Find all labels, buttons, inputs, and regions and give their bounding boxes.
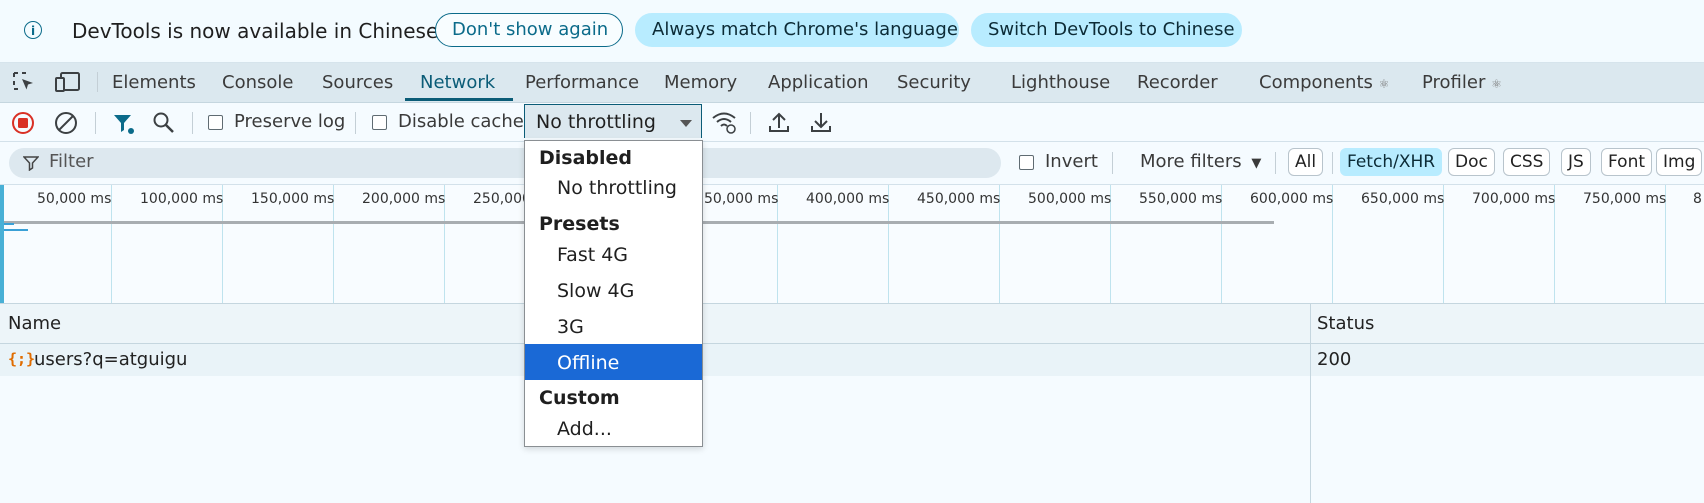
tab-components-label: Components [1259,72,1373,93]
tab-network[interactable]: Network [420,72,495,93]
time-tick: 100,000 ms [140,191,224,207]
import-har-icon[interactable] [767,110,791,134]
toolbar-divider [192,112,193,134]
tab-lighthouse[interactable]: Lighthouse [1011,72,1110,93]
tab-memory[interactable]: Memory [664,72,737,93]
menu-group-custom: Custom [539,387,620,409]
time-tick: 450,000 ms [917,191,1001,207]
react-icon: ⚛ [1491,77,1502,91]
toolbar-divider [1332,152,1333,174]
tab-console[interactable]: Console [222,72,293,93]
request-status: 200 [1317,349,1352,370]
tab-profiler[interactable]: Profiler ⚛ [1422,72,1502,93]
search-icon[interactable] [152,111,176,135]
info-icon: i [24,21,42,39]
filter-chip-fetch-xhr[interactable]: Fetch/XHR [1340,148,1443,176]
tab-application[interactable]: Application [768,72,869,93]
request-name[interactable]: users?q=atguigu [34,349,187,370]
infobar-message: DevTools is now available in Chinese [72,19,439,43]
menu-group-presets: Presets [539,213,620,235]
time-tick: 50,000 ms [37,191,112,207]
time-tick: 600,000 ms [1250,191,1334,207]
active-tab-indicator [405,98,513,101]
toolbar-divider [95,112,96,134]
fetch-request-icon: {;} [8,350,36,368]
time-tick: 400,000 ms [806,191,890,207]
menu-item-fast-4g[interactable]: Fast 4G [557,244,628,266]
menu-item-slow-4g[interactable]: Slow 4G [557,280,634,302]
time-tick: 8 [1693,191,1702,207]
menu-item-no-throttling[interactable]: No throttling [557,177,677,199]
filter-icon [23,156,39,171]
dont-show-again-button[interactable]: Don't show again [435,13,623,47]
preserve-log-checkbox[interactable] [208,115,223,130]
export-har-icon[interactable] [809,110,833,134]
filter-chip-css[interactable]: CSS [1503,148,1551,176]
chevron-down-icon [680,120,692,127]
time-tick: 700,000 ms [1472,191,1556,207]
menu-item-add[interactable]: Add... [557,418,612,440]
tab-sources[interactable]: Sources [322,72,393,93]
more-filters-label: More filters [1140,151,1242,172]
table-header [0,304,1704,344]
filter-chip-all[interactable]: All [1288,148,1324,176]
network-conditions-icon[interactable] [711,110,737,134]
menu-item-offline-label: Offline [557,352,620,374]
filter-placeholder: Filter [49,151,94,172]
tab-profiler-label: Profiler [1422,72,1486,93]
tab-recorder[interactable]: Recorder [1137,72,1218,93]
filter-chip-js[interactable]: JS [1561,148,1591,176]
column-header-status[interactable]: Status [1317,313,1374,334]
inspect-element-icon[interactable] [12,71,36,93]
filter-input[interactable] [9,148,1001,178]
toolbar-divider [1275,152,1276,174]
preserve-log-label: Preserve log [234,111,346,132]
switch-to-chinese-button[interactable]: Switch DevTools to Chinese [971,13,1242,47]
time-tick: 500,000 ms [1028,191,1112,207]
invert-checkbox[interactable] [1019,155,1034,170]
stop-recording-icon[interactable] [11,111,35,135]
filter-chip-font[interactable]: Font [1601,148,1653,176]
invert-label: Invert [1045,151,1098,172]
clear-icon[interactable] [54,111,78,135]
toolbar-divider [750,112,751,134]
filter-chip-doc[interactable]: Doc [1448,148,1495,176]
time-tick: 50,000 ms [704,191,779,207]
table-row[interactable] [0,344,1704,376]
tab-components[interactable]: Components ⚛ [1259,72,1389,93]
filter-icon[interactable] [112,112,136,136]
menu-group-disabled: Disabled [539,147,633,169]
tab-security[interactable]: Security [897,72,971,93]
toolbar-divider [355,112,356,134]
overview-window-handle[interactable] [0,185,4,303]
react-icon: ⚛ [1378,77,1390,91]
caret-down-icon: ▼ [1251,156,1262,171]
time-tick: 200,000 ms [362,191,446,207]
time-tick: 750,000 ms [1583,191,1667,207]
request-marker [4,229,28,231]
request-marker [4,223,14,225]
filter-chip-img[interactable]: Img [1656,148,1703,176]
time-tick: 250,000 [473,191,531,207]
column-header-name[interactable]: Name [8,313,61,334]
device-toolbar-icon[interactable] [55,71,81,93]
tab-elements[interactable]: Elements [112,72,196,93]
tab-performance[interactable]: Performance [525,72,639,93]
disable-cache-label: Disable cache [398,111,524,132]
time-tick: 550,000 ms [1139,191,1223,207]
time-tick: 150,000 ms [251,191,335,207]
toolbar-divider [1112,152,1113,174]
throttling-value: No throttling [536,111,656,133]
column-divider[interactable] [1310,304,1311,503]
always-match-language-button[interactable]: Always match Chrome's language [635,13,959,47]
menu-item-3g[interactable]: 3G [557,316,584,338]
toolbar-divider [97,72,98,92]
more-filters-button[interactable]: More filters ▼ [1140,151,1261,172]
time-tick: 650,000 ms [1361,191,1445,207]
disable-cache-checkbox[interactable] [372,115,387,130]
